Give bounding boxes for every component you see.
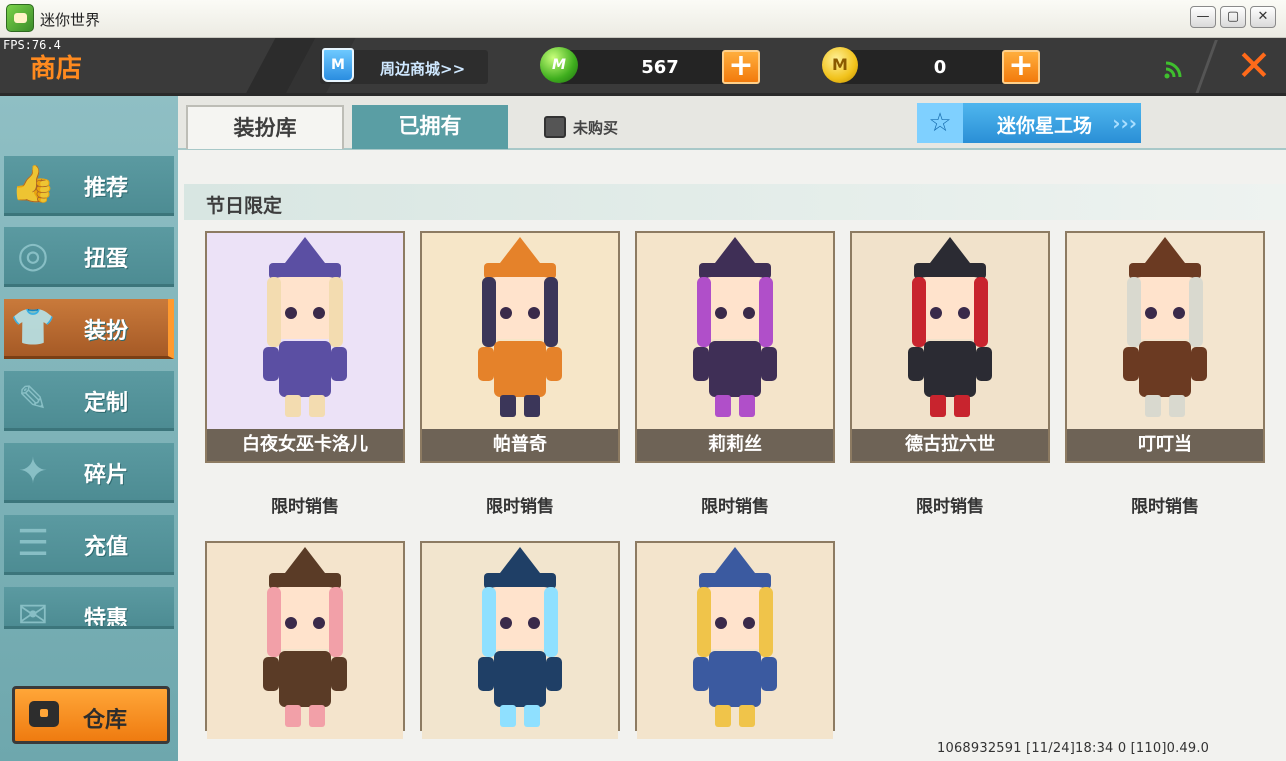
coins-stack-icon: ☰ bbox=[16, 523, 50, 564]
sidebar-item-deals[interactable]: ✉ 特惠 bbox=[4, 587, 174, 629]
shirt-icon: 👕 bbox=[10, 307, 56, 348]
outfit-avatar-image bbox=[207, 543, 403, 739]
maximize-button[interactable]: ▢ bbox=[1220, 6, 1246, 28]
tab-wardrobe[interactable]: 装扮库 bbox=[186, 105, 344, 149]
thumbs-up-icon: 👍 bbox=[10, 164, 56, 205]
capsule-icon: ◎ bbox=[17, 235, 49, 276]
sidebar-item-label: 特惠 bbox=[84, 607, 129, 629]
chest-icon bbox=[29, 701, 59, 727]
wifi-signal-icon bbox=[1164, 61, 1182, 79]
shopping-bag-icon: M bbox=[322, 48, 354, 82]
outfit-name: 叮叮当 bbox=[1067, 429, 1263, 461]
outfit-avatar-image bbox=[637, 233, 833, 429]
sidebar-item-recommend[interactable]: 👍 推荐 bbox=[4, 156, 174, 216]
puzzle-icon: ✦ bbox=[17, 451, 49, 492]
shop-main-panel: 装扮库 已拥有 未购买 ☆ 迷你星工场 ››› 节日限定 白夜女巫卡洛儿 帕普奇… bbox=[178, 96, 1286, 761]
mini-star-workshop-label: 迷你星工场 bbox=[997, 115, 1093, 137]
outfit-card[interactable] bbox=[635, 541, 835, 739]
sale-status: 限时销售 bbox=[271, 497, 339, 517]
outfit-card[interactable] bbox=[420, 541, 620, 739]
sidebar-item-custom[interactable]: ✎ 定制 bbox=[4, 371, 174, 431]
outfit-name: 帕普奇 bbox=[422, 429, 618, 461]
sidebar-item-recharge[interactable]: ☰ 充值 bbox=[4, 515, 174, 575]
sale-status: 限时销售 bbox=[486, 497, 554, 517]
window-close-button[interactable]: ✕ bbox=[1250, 6, 1276, 28]
sale-status: 限时销售 bbox=[701, 497, 769, 517]
sidebar-item-label: 推荐 bbox=[84, 176, 129, 201]
section-header: 节日限定 bbox=[184, 184, 1286, 220]
gem-amount: 567 bbox=[641, 57, 679, 78]
window-titlebar: 迷你世界 — ▢ ✕ bbox=[0, 0, 1286, 38]
not-purchased-checkbox[interactable] bbox=[544, 116, 566, 138]
merch-mall-button[interactable]: M 周边商城>> bbox=[320, 48, 488, 84]
add-coins-button[interactable]: + bbox=[1002, 50, 1040, 84]
warehouse-button[interactable]: 仓库 bbox=[12, 686, 170, 744]
outfit-card[interactable]: 白夜女巫卡洛儿 bbox=[205, 231, 405, 463]
sidebar-item-fragments[interactable]: ✦ 碎片 bbox=[4, 443, 174, 503]
outfit-avatar-image bbox=[852, 233, 1048, 429]
header-divider bbox=[1195, 40, 1218, 93]
not-purchased-label[interactable]: 未购买 bbox=[573, 117, 618, 138]
chevron-right-icon: ››› bbox=[1112, 111, 1137, 135]
tab-strip: 装扮库 已拥有 未购买 ☆ 迷你星工场 ››› bbox=[178, 96, 1286, 150]
sale-status: 限时销售 bbox=[1131, 497, 1199, 517]
section-title: 节日限定 bbox=[206, 195, 283, 217]
sidebar-item-label: 充值 bbox=[84, 535, 129, 560]
build-info: 1068932591 [11/24]18:34 0 [110]0.49.0 bbox=[937, 741, 1210, 756]
sidebar-item-label: 装扮 bbox=[84, 319, 129, 344]
outfit-avatar-image bbox=[422, 543, 618, 739]
app-icon bbox=[6, 4, 34, 32]
minimize-button[interactable]: — bbox=[1190, 6, 1216, 28]
outfit-avatar-image bbox=[1067, 233, 1263, 429]
sidebar-item-label: 扭蛋 bbox=[84, 247, 129, 272]
outfit-card[interactable]: 帕普奇 bbox=[420, 231, 620, 463]
outfit-card[interactable]: 德古拉六世 bbox=[850, 231, 1050, 463]
page-title: 商店 bbox=[30, 54, 83, 84]
green-mini-gem-icon: M bbox=[540, 47, 578, 83]
sidebar-item-gacha[interactable]: ◎ 扭蛋 bbox=[4, 227, 174, 287]
coin-balance: M 0 + bbox=[822, 47, 1040, 84]
window-title: 迷你世界 bbox=[40, 11, 101, 29]
outfit-avatar-image bbox=[637, 543, 833, 739]
add-gems-button[interactable]: + bbox=[722, 50, 760, 84]
gold-mini-coin-icon: M bbox=[822, 47, 858, 83]
close-shop-button[interactable]: ✕ bbox=[1232, 44, 1276, 88]
coin-amount: 0 bbox=[933, 57, 947, 78]
sidebar-item-outfits[interactable]: 👕 装扮 bbox=[4, 299, 174, 359]
outfit-name: 德古拉六世 bbox=[852, 429, 1048, 461]
outfit-avatar-image bbox=[422, 233, 618, 429]
outfit-name: 白夜女巫卡洛儿 bbox=[207, 429, 403, 461]
tab-owned[interactable]: 已拥有 bbox=[352, 105, 508, 149]
star-icon: ☆ bbox=[917, 103, 963, 143]
gift-icon: ✉ bbox=[17, 595, 49, 629]
outfit-card[interactable]: 莉莉丝 bbox=[635, 231, 835, 463]
pencil-icon: ✎ bbox=[17, 379, 49, 420]
shop-header: FPS:76.4 商店 M 周边商城>> M 567 + M 0 + ✕ bbox=[0, 38, 1286, 96]
sidebar-item-label: 定制 bbox=[84, 391, 129, 416]
outfit-card[interactable]: 叮叮当 bbox=[1065, 231, 1265, 463]
mini-star-workshop-button[interactable]: ☆ 迷你星工场 ››› bbox=[917, 103, 1141, 143]
warehouse-label: 仓库 bbox=[83, 708, 128, 733]
outfit-name: 莉莉丝 bbox=[637, 429, 833, 461]
sidebar-item-label: 碎片 bbox=[84, 463, 129, 488]
sale-status: 限时销售 bbox=[916, 497, 984, 517]
outfit-avatar-image bbox=[207, 233, 403, 429]
outfit-card[interactable] bbox=[205, 541, 405, 739]
category-sidebar: 👍 推荐 ◎ 扭蛋 👕 装扮 ✎ 定制 ✦ 碎片 ☰ 充值 ✉ 特惠 仓库 bbox=[0, 96, 178, 761]
gem-balance: M 567 + bbox=[540, 47, 760, 84]
merch-mall-label: 周边商城>> bbox=[380, 60, 466, 78]
